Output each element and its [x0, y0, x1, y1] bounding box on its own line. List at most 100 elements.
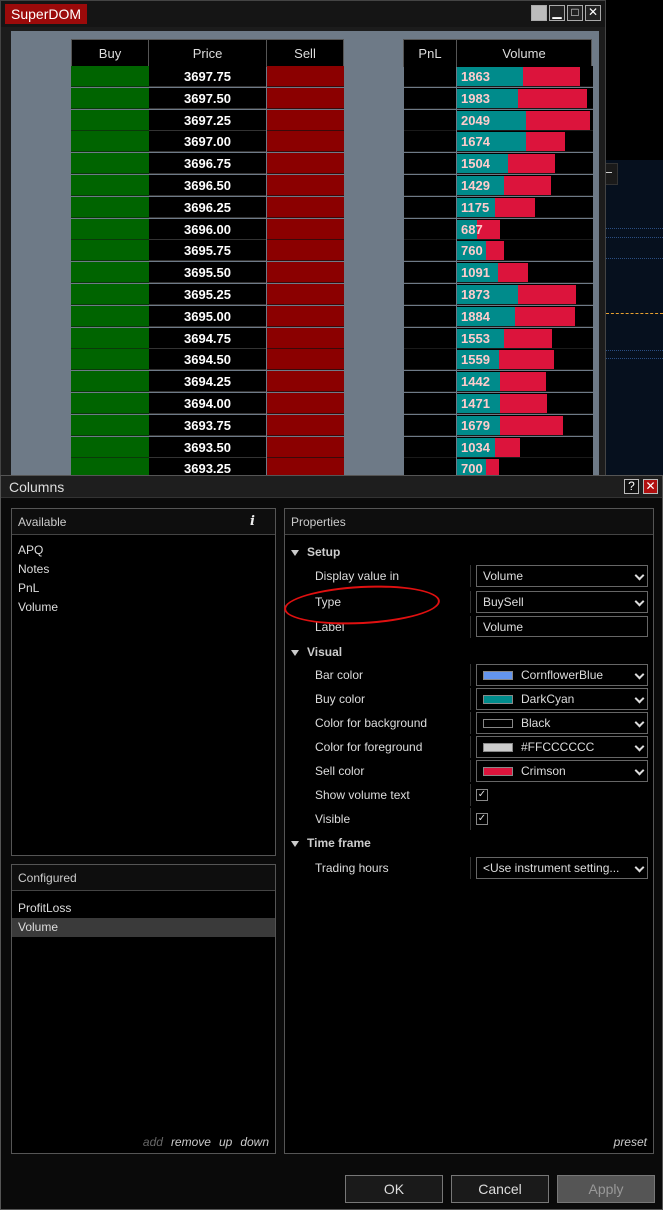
close-icon[interactable]: ✕: [585, 5, 601, 21]
pnl-column-header[interactable]: PnL: [403, 39, 457, 67]
price-cell[interactable]: 3696.75: [149, 153, 266, 174]
buy-cell[interactable]: [71, 349, 149, 370]
buy-cell[interactable]: [71, 437, 149, 458]
configured-item-profitloss[interactable]: ProfitLoss: [12, 899, 275, 918]
available-item-pnl[interactable]: PnL: [12, 579, 275, 598]
available-item-apq[interactable]: APQ: [12, 541, 275, 560]
buy-cell[interactable]: [71, 328, 149, 349]
volume-cell: 1034: [457, 437, 593, 458]
volume-text: 687: [461, 222, 483, 237]
close-icon[interactable]: ✕: [643, 479, 658, 494]
buy-color-select[interactable]: DarkCyan: [476, 688, 648, 710]
sell-cell[interactable]: [267, 131, 344, 152]
buy-cell[interactable]: [71, 219, 149, 240]
sell-cell[interactable]: [267, 262, 344, 283]
sell-cell[interactable]: [267, 415, 344, 436]
sell-cell[interactable]: [267, 371, 344, 392]
price-cell[interactable]: 3697.25: [149, 110, 266, 131]
sell-cell[interactable]: [267, 88, 344, 109]
sell-cell[interactable]: [267, 284, 344, 305]
sell-cell[interactable]: [267, 349, 344, 370]
configured-item-volume[interactable]: Volume: [12, 918, 275, 937]
price-cell[interactable]: 3694.50: [149, 349, 266, 370]
visual-section[interactable]: Visual: [291, 642, 342, 662]
buy-cell[interactable]: [71, 393, 149, 414]
buy-cell[interactable]: [71, 197, 149, 218]
ok-button[interactable]: OK: [345, 1175, 443, 1203]
preset-link[interactable]: preset: [614, 1135, 647, 1149]
price-cell[interactable]: 3697.50: [149, 88, 266, 109]
buy-cell[interactable]: [71, 371, 149, 392]
price-cell[interactable]: 3695.50: [149, 262, 266, 283]
available-item-notes[interactable]: Notes: [12, 560, 275, 579]
show-volume-text-checkbox[interactable]: ✓: [476, 789, 488, 801]
price-cell[interactable]: 3694.00: [149, 393, 266, 414]
buy-cell[interactable]: [71, 66, 149, 87]
sell-cell[interactable]: [267, 219, 344, 240]
sell-cell[interactable]: [267, 240, 344, 261]
price-cell[interactable]: 3696.00: [149, 219, 266, 240]
sell-cell[interactable]: [267, 175, 344, 196]
help-icon[interactable]: ?: [624, 479, 639, 494]
add-link[interactable]: add: [143, 1135, 163, 1149]
sell-cell[interactable]: [267, 66, 344, 87]
buy-cell[interactable]: [71, 262, 149, 283]
sell-cell[interactable]: [267, 306, 344, 327]
columns-dialog-titlebar[interactable]: Columns ? ✕: [1, 476, 662, 498]
maximize-icon[interactable]: □: [567, 5, 583, 21]
price-cell[interactable]: 3696.25: [149, 197, 266, 218]
configured-header: Configured: [12, 865, 275, 891]
price-cell[interactable]: 3694.75: [149, 328, 266, 349]
sell-cell[interactable]: [267, 328, 344, 349]
time-frame-section[interactable]: Time frame: [291, 833, 371, 853]
buy-cell[interactable]: [71, 175, 149, 196]
info-icon[interactable]: i: [250, 509, 255, 535]
buy-cell[interactable]: [71, 306, 149, 327]
price-cell[interactable]: 3693.75: [149, 415, 266, 436]
sell-cell[interactable]: [267, 393, 344, 414]
sell-cell[interactable]: [267, 437, 344, 458]
foreground-color-select[interactable]: #FFCCCCCC: [476, 736, 648, 758]
price-cell[interactable]: 3697.00: [149, 131, 266, 152]
sell-column-header[interactable]: Sell: [266, 39, 344, 67]
sell-color-select[interactable]: Crimson: [476, 760, 648, 782]
buy-cell[interactable]: [71, 153, 149, 174]
price-cell[interactable]: 3694.25: [149, 371, 266, 392]
available-item-volume[interactable]: Volume: [12, 598, 275, 617]
apply-button[interactable]: Apply: [557, 1175, 655, 1203]
price-cell[interactable]: 3697.75: [149, 66, 266, 87]
setup-section[interactable]: Setup: [291, 542, 340, 562]
buy-cell[interactable]: [71, 110, 149, 131]
price-cell[interactable]: 3695.75: [149, 240, 266, 261]
buy-cell[interactable]: [71, 240, 149, 261]
cancel-button[interactable]: Cancel: [451, 1175, 549, 1203]
buy-cell[interactable]: [71, 131, 149, 152]
bar-color-label: Bar color: [315, 668, 364, 682]
volume-column-header[interactable]: Volume: [456, 39, 592, 67]
window-menu-icon[interactable]: [531, 5, 547, 21]
sell-cell[interactable]: [267, 110, 344, 131]
down-link[interactable]: down: [240, 1135, 269, 1149]
sell-cell[interactable]: [267, 153, 344, 174]
label-input[interactable]: Volume: [476, 616, 648, 637]
background-color-select[interactable]: Black: [476, 712, 648, 734]
superdom-titlebar[interactable]: SuperDOM ▁ □ ✕: [1, 1, 605, 27]
price-cell[interactable]: 3693.50: [149, 437, 266, 458]
price-cell[interactable]: 3695.25: [149, 284, 266, 305]
price-cell[interactable]: 3695.00: [149, 306, 266, 327]
sell-cell[interactable]: [267, 197, 344, 218]
bar-color-select[interactable]: CornflowerBlue: [476, 664, 648, 686]
up-link[interactable]: up: [219, 1135, 232, 1149]
buy-cell[interactable]: [71, 415, 149, 436]
trading-hours-select[interactable]: <Use instrument setting...: [476, 857, 648, 879]
type-select[interactable]: BuySell: [476, 591, 648, 613]
buy-cell[interactable]: [71, 284, 149, 305]
remove-link[interactable]: remove: [171, 1135, 211, 1149]
price-cell[interactable]: 3696.50: [149, 175, 266, 196]
minimize-icon[interactable]: ▁: [549, 5, 565, 21]
display-value-in-select[interactable]: Volume: [476, 565, 648, 587]
buy-column-header[interactable]: Buy: [71, 39, 149, 67]
price-column-header[interactable]: Price: [148, 39, 267, 67]
visible-checkbox[interactable]: ✓: [476, 813, 488, 825]
buy-cell[interactable]: [71, 88, 149, 109]
